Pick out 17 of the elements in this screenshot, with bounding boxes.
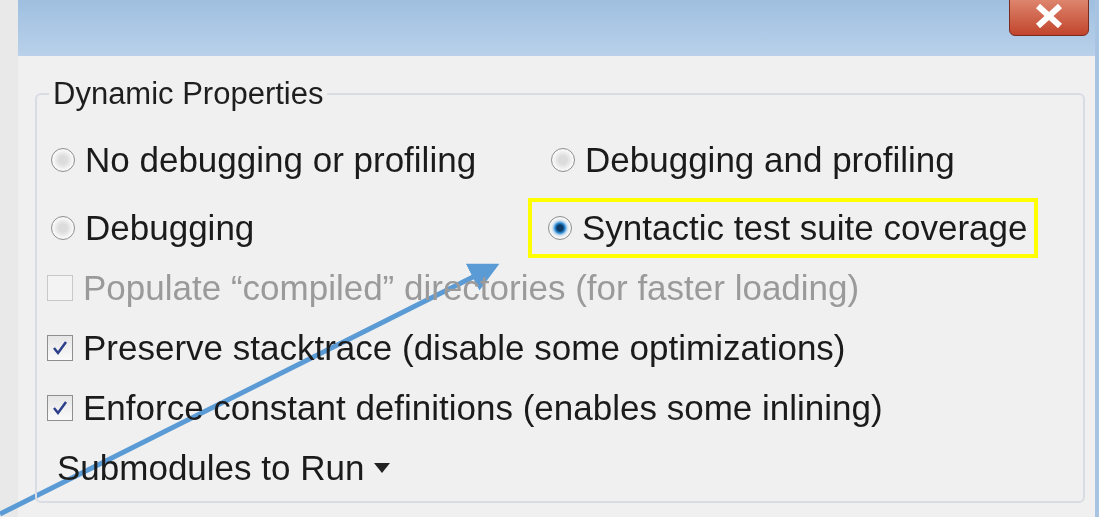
check-icon	[52, 400, 68, 416]
radio-button[interactable]	[51, 216, 75, 240]
radio-button[interactable]	[551, 148, 575, 172]
close-button[interactable]	[1009, 0, 1089, 36]
radio-button[interactable]	[548, 216, 572, 240]
radio-label[interactable]: Syntactic test suite coverage	[582, 208, 1028, 248]
close-icon	[1034, 4, 1064, 28]
group-title: Dynamic Properties	[52, 76, 325, 112]
checkbox-label[interactable]: Enforce constant definitions (enables some inlining)	[83, 388, 883, 428]
caret-icon	[374, 463, 391, 473]
checkbox[interactable]	[47, 335, 73, 361]
checkbox[interactable]	[47, 395, 73, 421]
radio-button[interactable]	[51, 148, 75, 172]
check-icon	[52, 340, 68, 356]
radio-label[interactable]: No debugging or profiling	[85, 140, 477, 180]
radio-label[interactable]: Debugging	[85, 208, 255, 248]
radio-label[interactable]: Debugging and profiling	[585, 140, 955, 180]
